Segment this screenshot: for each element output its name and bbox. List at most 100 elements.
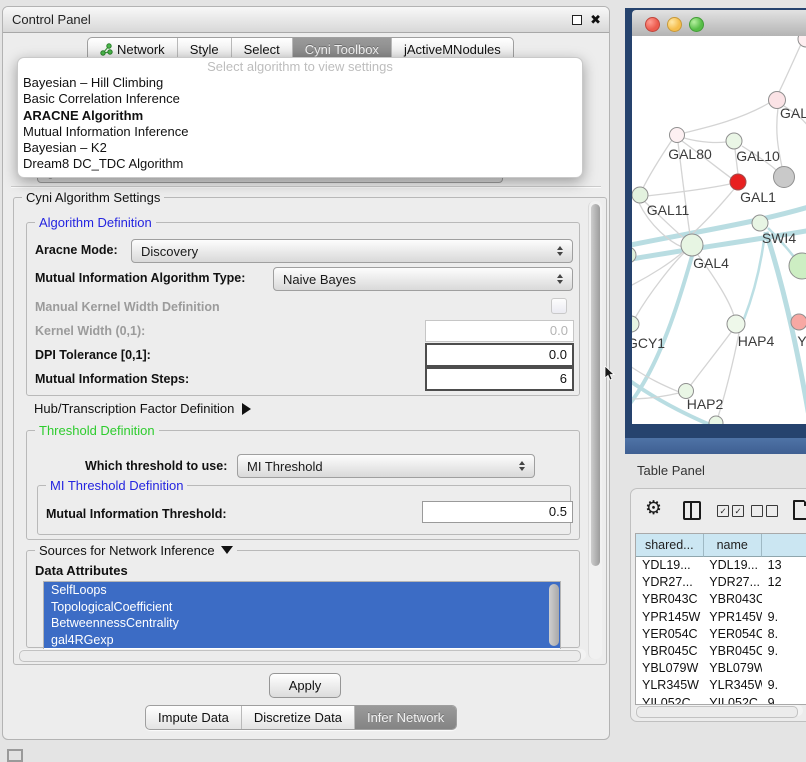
table-cell: YPR145W <box>703 609 761 626</box>
algorithm-option-bayesian-hill-climbing[interactable]: Bayesian – Hill Climbing <box>18 75 582 91</box>
network-edge[interactable] <box>684 138 726 143</box>
mi-type-combo[interactable]: Naive Bayes <box>273 267 573 291</box>
apply-button[interactable]: Apply <box>269 673 341 698</box>
node-label-gal: GAL <box>780 105 806 121</box>
mi-steps-field[interactable]: 6 <box>425 367 574 391</box>
table-row[interactable]: YER054CYER054C8. <box>636 626 806 643</box>
node-gal10[interactable] <box>726 133 742 149</box>
data-attributes-label: Data Attributes <box>35 563 128 578</box>
function-builder-icon[interactable] <box>793 500 806 520</box>
algorithm-option-basic-correlation-inference[interactable]: Basic Correlation Inference <box>18 91 582 107</box>
settings-hscrollbar-thumb[interactable] <box>19 650 581 662</box>
node-salmon[interactable] <box>791 314 806 330</box>
network-edge[interactable] <box>646 184 730 196</box>
table-hscrollbar[interactable] <box>635 705 803 716</box>
table-cell: YER054C <box>636 626 703 643</box>
settings-vscrollbar-thumb[interactable] <box>591 204 600 566</box>
node-gal4[interactable] <box>681 234 703 256</box>
column-header-name[interactable]: name <box>704 534 762 557</box>
table-cell: 13 <box>762 557 806 574</box>
dpi-tolerance-field[interactable]: 0.0 <box>425 343 574 367</box>
table-cell: YDR27... <box>703 574 761 591</box>
manual-kernel-checkbox[interactable] <box>551 298 567 314</box>
node-label-y: Y <box>797 333 806 349</box>
table-cell: 9. <box>762 609 806 626</box>
table-row[interactable]: YBR045CYBR045C9. <box>636 643 806 660</box>
column-layout-icon[interactable] <box>683 501 701 520</box>
algorithm-definition-title: Algorithm Definition <box>35 215 156 230</box>
data-attributes-list[interactable]: SelfLoopsTopologicalCoefficientBetweenne… <box>43 581 561 651</box>
float-window-icon[interactable] <box>572 15 582 25</box>
tab-infer-network[interactable]: Infer Network <box>355 706 456 729</box>
tab-label: Discretize Data <box>254 710 342 725</box>
algorithm-option-bayesian-k2[interactable]: Bayesian – K2 <box>18 140 582 156</box>
table-row[interactable]: YBR043CYBR043C <box>636 591 806 608</box>
dock-grip-icon[interactable] <box>7 749 23 762</box>
hub-section-label[interactable]: Hub/Transcription Factor Definition <box>34 401 251 416</box>
attribute-item-betweennesscentrality[interactable]: BetweennessCentrality <box>44 615 560 632</box>
network-canvas[interactable]: GALGAL80GAL10GAL1GAL11SWI4GAL4GCY1HAP4YH… <box>632 36 806 424</box>
settings-vscrollbar[interactable] <box>588 201 602 659</box>
zoom-traffic-light-icon[interactable] <box>689 17 704 32</box>
manual-kernel-label: Manual Kernel Width Definition <box>35 300 220 314</box>
tab-discretize-data[interactable]: Discretize Data <box>242 706 355 729</box>
table-row[interactable]: YPR145WYPR145W9. <box>636 609 806 626</box>
table-row[interactable]: YBL079WYBL079W <box>636 660 806 677</box>
sources-group-title[interactable]: Sources for Network Inference <box>35 543 237 558</box>
tab-label: Impute Data <box>158 710 229 725</box>
table-row[interactable]: YIL052CYIL052C9 <box>636 695 806 706</box>
algorithm-option-mutual-information-inference[interactable]: Mutual Information Inference <box>18 124 582 140</box>
network-view-window: GALGAL80GAL10GAL1GAL11SWI4GAL4GCY1HAP4YH… <box>625 8 806 454</box>
node-label-gal10: GAL10 <box>736 148 780 164</box>
node-bottom-partial[interactable] <box>709 416 723 424</box>
node-hap4[interactable] <box>727 315 745 333</box>
settings-hscrollbar[interactable] <box>18 649 586 660</box>
mi-threshold-label: Mutual Information Threshold: <box>46 507 227 521</box>
network-edge[interactable] <box>779 42 802 92</box>
node-label-hap2: HAP2 <box>687 396 724 412</box>
tab-impute-data[interactable]: Impute Data <box>146 706 242 729</box>
node-attribute-table[interactable]: shared...nameYDL19...YDL19...13YDR27...Y… <box>635 533 806 705</box>
expand-right-icon[interactable] <box>242 403 251 415</box>
mi-threshold-group: MI Threshold Definition Mutual Informati… <box>37 485 571 535</box>
attribute-item-gal4rgexp[interactable]: gal4RGexp <box>44 632 560 649</box>
node-top-partial[interactable] <box>798 36 806 47</box>
column-header-shared[interactable]: shared... <box>636 534 704 557</box>
table-cell: YBR043C <box>703 591 761 608</box>
attribute-item-selfloops[interactable]: SelfLoops <box>44 582 560 599</box>
list-scrollbar[interactable] <box>549 584 559 646</box>
table-cell: YLR345W <box>703 677 761 694</box>
network-edge[interactable] <box>635 251 686 318</box>
sources-group: Sources for Network Inference Data Attri… <box>26 550 580 648</box>
attribute-item-topologicalcoefficient[interactable]: TopologicalCoefficient <box>44 599 560 616</box>
node-gcy1[interactable] <box>632 316 639 332</box>
network-edge[interactable] <box>690 331 732 386</box>
gear-icon[interactable]: ⚙ <box>645 497 662 519</box>
close-traffic-light-icon[interactable] <box>645 17 660 32</box>
table-row[interactable]: YDL19...YDL19...13 <box>636 557 806 574</box>
threshold-definition-title: Threshold Definition <box>35 423 159 438</box>
table-row[interactable]: YLR345WYLR345W9. <box>636 677 806 694</box>
node-gray[interactable] <box>774 167 795 188</box>
collapse-down-icon[interactable] <box>221 546 233 554</box>
aracne-mode-combo[interactable]: Discovery <box>131 239 573 263</box>
mouse-cursor <box>604 366 616 387</box>
select-all-icon[interactable]: ✓✓ <box>717 505 744 517</box>
node-swi4[interactable] <box>752 215 768 231</box>
node-big-green[interactable] <box>789 253 806 279</box>
column-header-2[interactable] <box>762 534 806 557</box>
node-gal11[interactable] <box>632 187 648 203</box>
which-threshold-combo[interactable]: MI Threshold <box>237 454 535 478</box>
algorithm-option-aracne-algorithm[interactable]: ARACNE Algorithm <box>18 108 582 124</box>
node-gal1[interactable] <box>730 174 746 190</box>
table-hscrollbar-thumb[interactable] <box>636 706 798 718</box>
kernel-width-field[interactable]: 0.0 <box>425 320 574 342</box>
node-gal80[interactable] <box>670 128 685 143</box>
network-edge[interactable] <box>684 103 769 133</box>
algorithm-option-dream8-dc-tdc-algorithm[interactable]: Dream8 DC_TDC Algorithm <box>18 156 582 172</box>
mi-threshold-field[interactable]: 0.5 <box>422 501 573 523</box>
close-icon[interactable]: ✖ <box>590 7 601 32</box>
minimize-traffic-light-icon[interactable] <box>667 17 682 32</box>
deselect-all-icon[interactable] <box>751 505 778 517</box>
table-row[interactable]: YDR27...YDR27...12 <box>636 574 806 591</box>
